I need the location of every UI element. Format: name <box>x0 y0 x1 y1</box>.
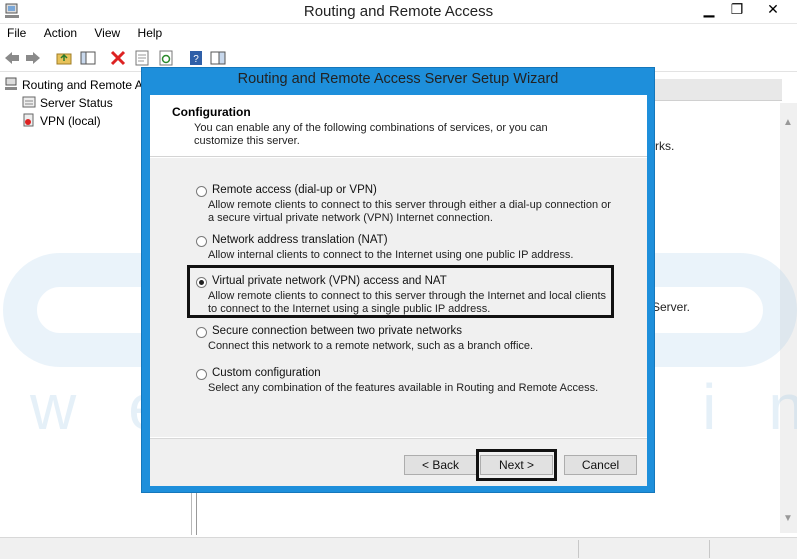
wizard-header: Configuration You can enable any of the … <box>150 95 647 157</box>
menu-view[interactable]: View <box>87 24 127 42</box>
folder-up-icon[interactable] <box>55 49 73 67</box>
next-button-highlight-box <box>476 449 557 481</box>
server-status-icon <box>22 96 36 108</box>
refresh-icon[interactable] <box>157 49 175 67</box>
status-separator <box>709 540 710 558</box>
forward-arrow-icon[interactable] <box>24 49 42 67</box>
wizard-body: Configuration You can enable any of the … <box>150 95 647 486</box>
menu-action[interactable]: Action <box>37 24 84 42</box>
svg-text:?: ? <box>193 54 199 65</box>
wizard-title: Routing and Remote Access Server Setup W… <box>237 71 559 87</box>
vpn-option-highlight-box <box>187 265 614 318</box>
option-label[interactable]: Network address translation (NAT) <box>212 234 388 246</box>
tree-item-vpn-local[interactable]: VPN (local) <box>22 113 101 128</box>
minimize-button[interactable]: ▁ <box>694 0 724 20</box>
tree-item-label: Server Status <box>40 96 113 110</box>
server-down-icon <box>23 113 34 127</box>
menu-help[interactable]: Help <box>131 24 170 42</box>
server-icon <box>5 77 17 90</box>
back-arrow-icon[interactable] <box>3 49 21 67</box>
radio-nat[interactable] <box>196 236 207 247</box>
back-button[interactable]: < Back <box>404 455 477 475</box>
tree-root[interactable]: Routing and Remote A <box>4 77 143 92</box>
radio-custom-configuration[interactable] <box>196 369 207 380</box>
tree-root-label: Routing and Remote A <box>22 78 143 92</box>
details-text-fragment: rks. <box>655 139 675 153</box>
option-label[interactable]: Custom configuration <box>212 367 321 379</box>
menu-file[interactable]: File <box>0 24 33 42</box>
scroll-up-icon[interactable]: ▲ <box>783 117 793 128</box>
wizard-header-title: Configuration <box>172 105 251 119</box>
delete-icon[interactable] <box>109 49 127 67</box>
details-text-fragment: Server. <box>652 300 691 314</box>
option-description: Allow internal clients to connect to the… <box>208 249 574 261</box>
tree-item-server-status[interactable]: Server Status <box>22 95 113 110</box>
menu-bar: File Action View Help <box>0 24 797 44</box>
option-description: Select any combination of the features a… <box>208 382 599 394</box>
option-label[interactable]: Secure connection between two private ne… <box>212 325 462 337</box>
tree-item-label: VPN (local) <box>40 114 101 128</box>
option-description: Allow remote clients to connect to this … <box>208 199 611 224</box>
properties-icon[interactable] <box>133 49 151 67</box>
vertical-scrollbar[interactable]: ▲ ▼ <box>780 103 797 533</box>
option-description: Connect this network to a remote network… <box>208 340 534 352</box>
status-separator <box>578 540 579 558</box>
close-button[interactable]: ✕ <box>756 0 790 20</box>
help-icon[interactable]: ? <box>187 49 205 67</box>
scroll-down-icon[interactable]: ▼ <box>783 513 793 524</box>
radio-remote-access[interactable] <box>196 186 207 197</box>
action-pane-icon[interactable] <box>209 49 227 67</box>
show-hide-console-icon[interactable] <box>79 49 97 67</box>
window-title: Routing and Remote Access <box>303 3 494 20</box>
wizard-header-description: You can enable any of the following comb… <box>194 122 548 147</box>
status-bar <box>0 537 797 559</box>
wizard-footer: < Back Next > Cancel <box>150 438 647 486</box>
title-bar: Routing and Remote Access ▁ ❐ ✕ <box>0 0 797 24</box>
restore-button[interactable]: ❐ <box>722 0 752 20</box>
setup-wizard-dialog: Routing and Remote Access Server Setup W… <box>141 67 655 493</box>
radio-secure-connection[interactable] <box>196 327 207 338</box>
cancel-button[interactable]: Cancel <box>564 455 637 475</box>
option-label[interactable]: Remote access (dial-up or VPN) <box>212 184 377 196</box>
